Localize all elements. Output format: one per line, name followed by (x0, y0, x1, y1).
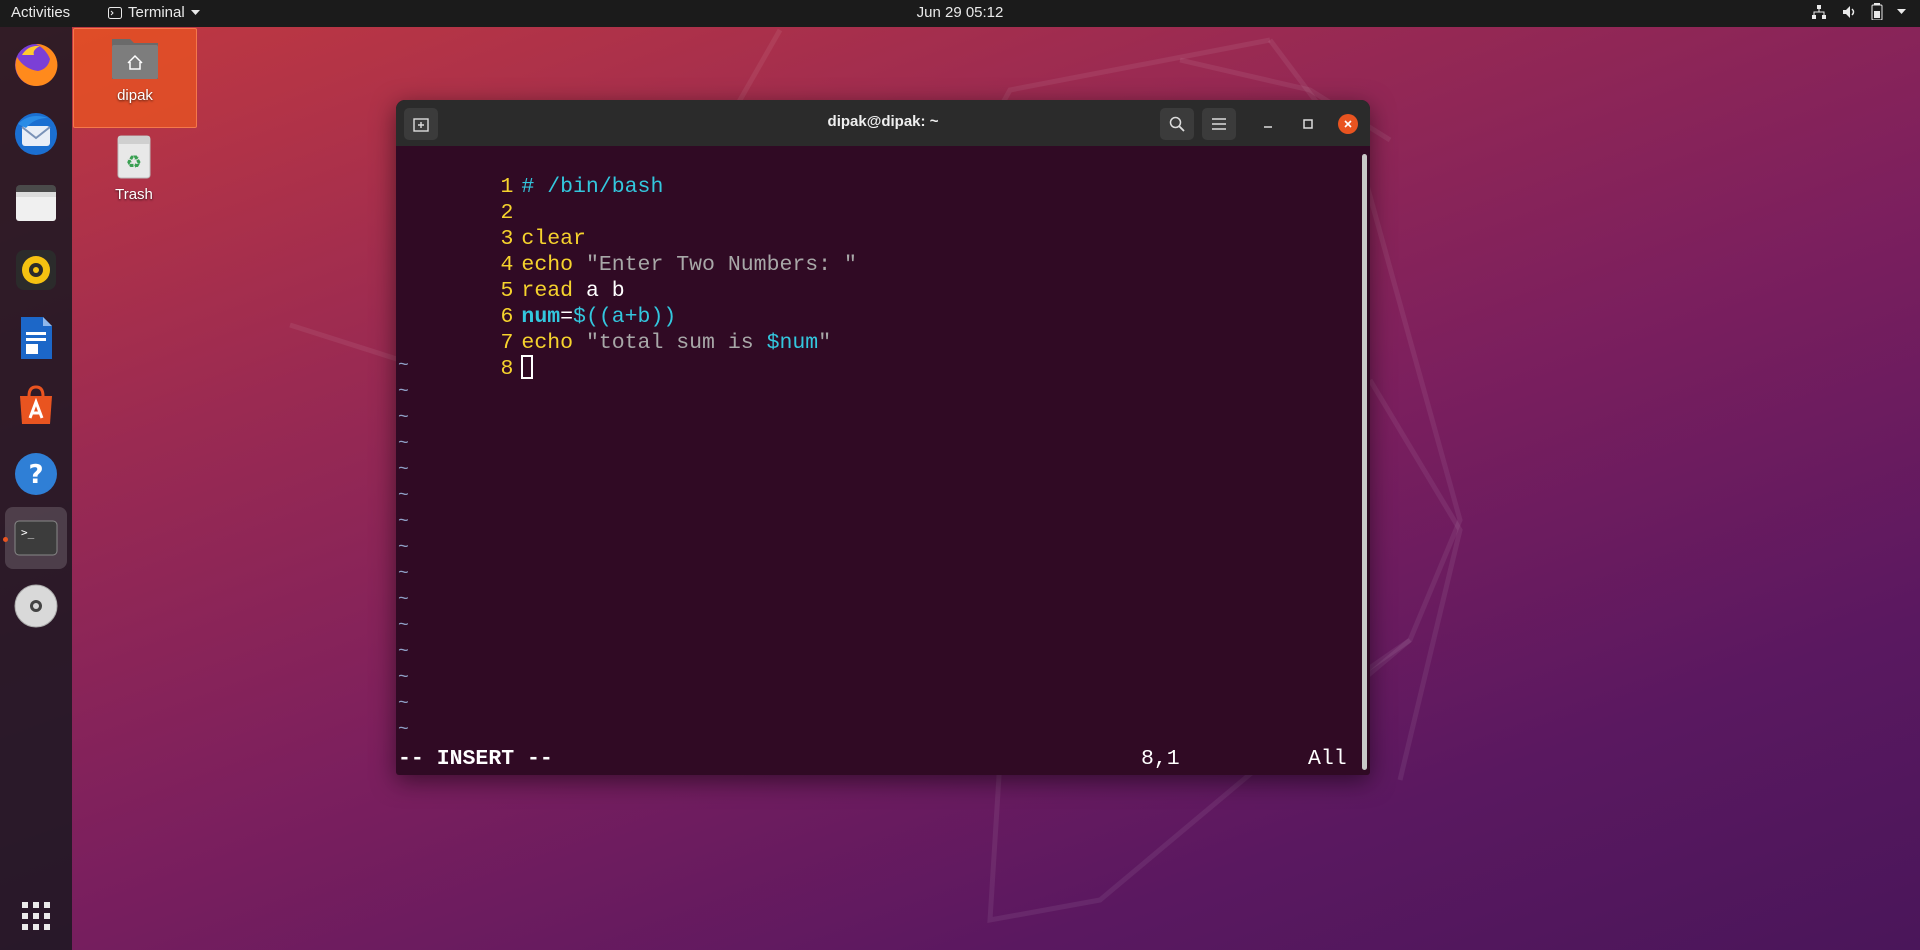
editor-line: 4 echo "Enter Two Numbers: " (500, 253, 857, 277)
battery-icon[interactable] (1871, 3, 1883, 20)
close-icon (1344, 120, 1352, 128)
maximize-button[interactable] (1296, 112, 1320, 136)
disc-icon (14, 584, 58, 628)
tilde-marker: ~ (398, 694, 409, 714)
chevron-down-icon[interactable] (1897, 8, 1906, 15)
tilde-marker: ~ (398, 408, 409, 428)
text-cursor (521, 354, 534, 379)
vim-mode-indicator: -- INSERT -- (398, 747, 553, 771)
dock-dvd[interactable] (5, 575, 67, 637)
terminal-icon: >_ (14, 520, 58, 556)
dock: ? >_ (0, 27, 72, 950)
desktop-home-folder[interactable]: dipak (73, 28, 197, 128)
tilde-marker: ~ (398, 512, 409, 532)
dock-help[interactable]: ? (5, 443, 67, 505)
editor-line: 5 read a b (500, 279, 625, 303)
tilde-marker: ~ (398, 538, 409, 558)
volume-icon[interactable] (1841, 4, 1857, 20)
show-applications-button[interactable] (5, 885, 67, 947)
editor-line: 3 clear (500, 227, 586, 251)
close-button[interactable] (1338, 114, 1358, 134)
software-center-icon (20, 385, 52, 424)
dock-software[interactable] (5, 375, 67, 437)
hamburger-menu-icon (1212, 118, 1226, 130)
terminal-window[interactable]: dipak@dipak: ~ 1 # /bin/bash 2 3 clear 4 ec… (396, 100, 1370, 775)
dock-firefox[interactable] (5, 34, 67, 96)
svg-text:>_: >_ (21, 526, 35, 539)
dock-files[interactable] (5, 171, 67, 233)
files-icon (16, 185, 56, 221)
tilde-marker: ~ (398, 616, 409, 636)
tilde-marker: ~ (398, 642, 409, 662)
dock-thunderbird[interactable] (5, 103, 67, 165)
tilde-marker: ~ (398, 434, 409, 454)
tilde-marker: ~ (398, 668, 409, 688)
system-tray[interactable] (1811, 3, 1906, 20)
desktop-trash[interactable]: ♻ Trash (73, 134, 195, 204)
menu-button[interactable] (1202, 108, 1236, 140)
app-grid-icon (22, 902, 50, 930)
editor-line: 8 (396, 330, 534, 381)
cursor-position: 8,1 (1141, 747, 1180, 771)
tilde-marker: ~ (398, 486, 409, 506)
vim-editor[interactable]: 1 # /bin/bash 2 3 clear 4 echo "Enter Two N… (396, 146, 1370, 775)
scroll-state: All (1308, 747, 1347, 771)
scrollbar[interactable] (1362, 154, 1367, 770)
rhythmbox-icon (16, 250, 56, 290)
dock-rhythmbox[interactable] (5, 239, 67, 301)
firefox-icon (15, 43, 58, 86)
help-icon: ? (15, 453, 57, 495)
desktop-home-label: dipak (117, 87, 153, 104)
svg-text:♻: ♻ (126, 152, 142, 173)
tilde-marker: ~ (398, 590, 409, 610)
top-bar: Activities Terminal Jun 29 05:12 (0, 0, 1920, 27)
tilde-marker: ~ (398, 382, 409, 402)
desktop-trash-label: Trash (115, 186, 153, 203)
home-folder-icon (112, 39, 158, 79)
editor-line: 1 # /bin/bash (500, 175, 664, 199)
tilde-marker: ~ (398, 460, 409, 480)
search-icon (1169, 116, 1185, 132)
running-indicator (3, 537, 8, 542)
dock-terminal[interactable]: >_ (5, 507, 67, 569)
tilde-marker: ~ (398, 564, 409, 584)
writer-icon (21, 317, 52, 359)
svg-text:?: ? (28, 460, 43, 490)
maximize-icon (1303, 119, 1313, 129)
editor-line: 6 num=$((a+b)) (500, 305, 677, 329)
tilde-marker: ~ (398, 356, 409, 376)
thunderbird-icon (15, 113, 57, 155)
minimize-button[interactable] (1256, 112, 1280, 136)
terminal-titlebar[interactable]: dipak@dipak: ~ (396, 100, 1370, 146)
editor-line: 7 echo "total sum is $num" (500, 331, 832, 355)
network-icon[interactable] (1811, 4, 1827, 20)
tilde-marker: ~ (398, 720, 409, 740)
editor-line: 2 (500, 201, 514, 225)
search-button[interactable] (1160, 108, 1194, 140)
clock[interactable]: Jun 29 05:12 (0, 4, 1920, 21)
minimize-icon (1264, 126, 1272, 128)
trash-icon: ♻ (117, 135, 151, 179)
comment-text: # /bin/bash (521, 175, 664, 199)
dock-libreoffice-writer[interactable] (5, 307, 67, 369)
